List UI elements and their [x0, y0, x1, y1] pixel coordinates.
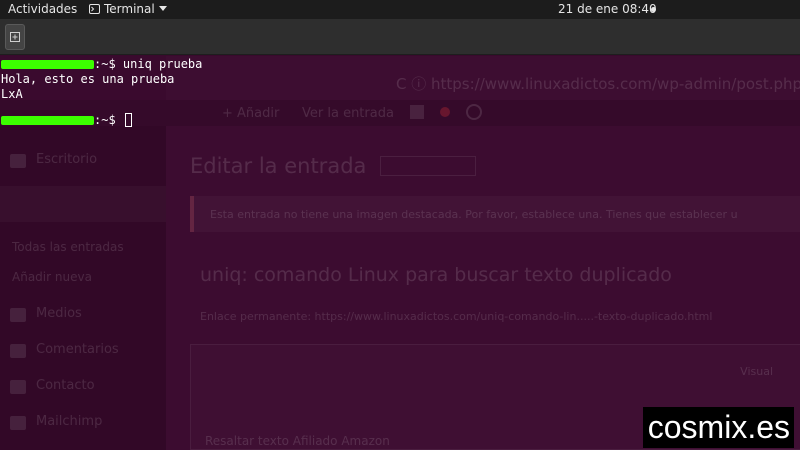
bg-sidebar-contacto: Contacto: [36, 378, 95, 393]
terminal-header-bar: [0, 19, 800, 55]
bg-comments-icon: [10, 344, 26, 358]
terminal-cursor: [124, 113, 132, 127]
bg-page-title: Editar la entrada: [190, 154, 367, 178]
app-menu-button[interactable]: Terminal: [89, 2, 167, 16]
notification-dot-icon: [651, 7, 656, 12]
bg-post-title: uniq: comando Linux para buscar texto du…: [200, 264, 672, 286]
terminal-output-line: LxA: [1, 87, 23, 101]
terminal-output-line: Hola, esto es una prueba: [1, 72, 175, 86]
bg-sidebar-escritorio: Escritorio: [36, 152, 98, 167]
bg-notice: Esta entrada no tiene una imagen destaca…: [190, 196, 800, 232]
chevron-down-icon: [158, 6, 167, 11]
bg-editor-highlight: Resaltar texto Afiliado Amazon: [205, 434, 390, 448]
terminal-command-line: :~$ uniq prueba: [1, 57, 202, 72]
bg-dashboard-icon: [10, 154, 26, 168]
redacted-user-host: [1, 60, 94, 69]
new-tab-button[interactable]: [5, 24, 25, 50]
bg-sidebar: Escritorio Todas las entradas Añadir nue…: [0, 126, 166, 450]
bg-media-icon: [10, 308, 26, 322]
app-menu-label: Terminal: [104, 2, 155, 16]
activities-button[interactable]: Actividades: [8, 2, 77, 16]
bg-notice-text: Esta entrada no tiene una imagen destaca…: [210, 208, 738, 221]
clock[interactable]: 21 de ene 08:40: [558, 2, 657, 16]
bg-sidebar-anadir: Añadir nueva: [12, 270, 92, 284]
bg-main-content: Editar la entrada Esta entrada no tiene …: [166, 126, 800, 450]
bg-title-button: [380, 156, 476, 176]
terminal-output-area[interactable]: :~$ uniq prueba Hola, esto es una prueba…: [0, 55, 800, 135]
watermark: cosmix.es: [642, 407, 794, 448]
prompt-suffix: :~$: [94, 57, 123, 71]
terminal-prompt-line: :~$: [1, 113, 132, 128]
bg-permalink: Enlace permanente: https://www.linuxadic…: [200, 310, 713, 323]
bg-sidebar-active: [0, 186, 166, 222]
bg-editor-visual-tab: Visual: [740, 365, 773, 378]
terminal-icon: [89, 4, 100, 14]
bg-sidebar-todas: Todas las entradas: [12, 240, 124, 254]
command-text: uniq prueba: [122, 57, 203, 71]
bg-mailchimp-icon: [10, 416, 26, 430]
redacted-user-host: [1, 116, 94, 125]
bg-contact-icon: [10, 380, 26, 394]
new-tab-icon: [10, 32, 20, 42]
bg-sidebar-medios: Medios: [36, 306, 82, 321]
gnome-top-bar: Actividades Terminal 21 de ene 08:40: [0, 0, 800, 19]
bg-sidebar-mailchimp: Mailchimp: [36, 414, 103, 429]
bg-sidebar-comentarios: Comentarios: [36, 342, 119, 357]
prompt-suffix: :~$: [94, 113, 123, 127]
